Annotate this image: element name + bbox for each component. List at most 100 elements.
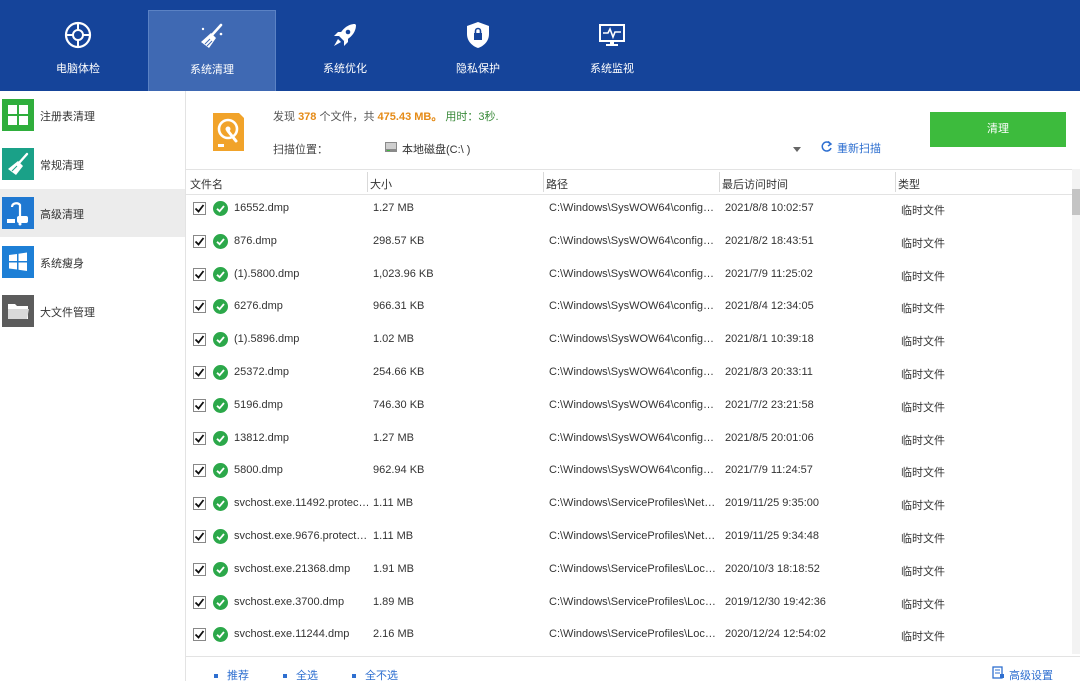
summary-mid: 个文件，共 — [319, 111, 375, 123]
check-circle-icon — [213, 299, 228, 315]
tab-pc-checkup[interactable]: 电脑体检 — [14, 10, 142, 91]
cell-filename: 5800.dmp — [234, 464, 283, 477]
tab-system-monitor[interactable]: 系统监视 — [548, 10, 676, 91]
table-row[interactable]: 16552.dmp 1.27 MB C:\Windows\SysWOW64\conf… — [186, 195, 1072, 228]
row-checkbox[interactable] — [193, 398, 206, 412]
select-all-link[interactable]: 全选 — [283, 667, 318, 681]
check-circle-icon — [213, 332, 228, 348]
column-divider[interactable] — [367, 172, 368, 192]
table-row[interactable]: 25372.dmp 254.66 KB C:\Windows\SysWOW64\co… — [186, 359, 1072, 392]
cell-path: C:\Windows\SysWOW64\config\systemprofile — [549, 234, 717, 247]
cell-type: 临时文件 — [901, 303, 945, 316]
tab-privacy-protect[interactable]: 隐私保护 — [414, 10, 542, 91]
cell-type: 临时文件 — [901, 598, 945, 611]
column-header-type[interactable]: 类型 — [898, 176, 920, 192]
table-scrollbar[interactable] — [1072, 169, 1080, 654]
column-divider[interactable] — [543, 172, 544, 192]
cell-last-access: 2021/7/9 11:25:02 — [725, 267, 813, 280]
cell-type: 临时文件 — [901, 205, 945, 217]
recommend-label: 推荐 — [227, 670, 249, 681]
row-checkbox[interactable] — [193, 431, 206, 445]
scrollbar-thumb[interactable] — [1072, 189, 1080, 215]
column-header-filename[interactable]: 文件名 — [190, 176, 223, 192]
row-checkbox[interactable] — [193, 333, 206, 347]
row-checkbox[interactable] — [193, 267, 206, 281]
cell-filename: 16552.dmp — [234, 202, 290, 214]
row-checkbox[interactable] — [193, 497, 206, 511]
cell-filename: svchost.exe.11244.dmp — [234, 628, 350, 641]
row-checkbox[interactable] — [193, 562, 206, 576]
sidebar-item-registry-cleanup[interactable]: 注册表清理 — [0, 91, 185, 139]
check-circle-icon — [213, 529, 228, 544]
row-checkbox[interactable] — [193, 366, 206, 379]
cell-filename: 25372.dmp — [234, 366, 290, 378]
sidebar-item-regular-cleanup[interactable]: 常规清理 — [0, 140, 185, 188]
cell-size: 1.11 MB — [373, 497, 414, 510]
elapsed-time: 用时：3秒. — [445, 111, 499, 123]
clean-button[interactable]: 清理 — [930, 112, 1066, 147]
cell-size: 1.89 MB — [373, 595, 414, 608]
cell-last-access: 2021/8/2 18:43:51 — [725, 234, 814, 247]
rocket-icon — [330, 20, 360, 50]
sidebar-item-advanced-cleanup[interactable]: 高级清理 — [0, 189, 185, 237]
cell-filename: svchost.exe.9676.protected.dmp — [234, 530, 370, 542]
row-checkbox[interactable] — [193, 595, 206, 609]
cell-filename: svchost.exe.11492.protected.dmp — [234, 497, 370, 510]
table-row[interactable]: svchost.exe.11244.dmp 2.16 MB C:\Windows\S… — [186, 621, 1072, 654]
row-checkbox[interactable] — [193, 202, 206, 215]
select-all-label: 全选 — [296, 670, 318, 681]
check-circle-icon — [213, 430, 228, 446]
recommend-link[interactable]: 推荐 — [214, 667, 249, 681]
tab-system-optimize[interactable]: 系统优化 — [281, 10, 409, 91]
row-checkbox[interactable] — [193, 464, 206, 478]
sidebar-item-system-slim[interactable]: 系统瘦身 — [0, 238, 185, 286]
table-row[interactable]: svchost.exe.3700.dmp 1.89 MB C:\Windows\Se… — [186, 589, 1072, 622]
chevron-down-icon — [792, 141, 802, 152]
cell-path: C:\Windows\ServiceProfiles\NetworkServic… — [549, 530, 717, 542]
cell-type: 临时文件 — [901, 237, 945, 250]
cell-size: 1.91 MB — [373, 562, 414, 575]
cell-path: C:\Windows\SysWOW64\config\systemprofile — [549, 366, 717, 378]
cell-type: 临时文件 — [901, 336, 945, 349]
sidebar: 注册表清理 常规清理 高级清理 系统瘦身 大文件管理 — [0, 91, 186, 681]
cell-last-access: 2021/8/5 20:01:06 — [725, 431, 814, 444]
table-row[interactable]: svchost.exe.21368.dmp 1.91 MB C:\Windows\S… — [186, 556, 1072, 589]
sidebar-item-label: 大文件管理 — [40, 307, 95, 319]
column-header-last-access[interactable]: 最后访问时间 — [722, 176, 788, 192]
cell-path: C:\Windows\ServiceProfiles\LocalService — [549, 628, 717, 641]
row-checkbox[interactable] — [193, 530, 206, 543]
cell-last-access: 2019/12/30 19:42:36 — [725, 595, 826, 608]
cell-size: 962.94 KB — [373, 464, 425, 477]
table-row[interactable]: svchost.exe.9676.protected.dmp1.11 MB C:\… — [186, 523, 1072, 556]
scan-summary: 发现 378 个文件，共 475.43 MB。 用时：3秒. — [273, 108, 499, 124]
cell-filename: (1).5896.dmp — [234, 333, 300, 346]
row-checkbox[interactable] — [193, 628, 206, 642]
table-row[interactable]: (1).5896.dmp 1.02 MB C:\Windows\SysWOW64\c… — [186, 326, 1072, 359]
table-row[interactable]: svchost.exe.11492.protected.dmp1.11 MB C:… — [186, 490, 1072, 523]
table-row[interactable]: (1).5800.dmp 1,023.96 KB C:\Windows\SysWOW… — [186, 261, 1072, 294]
column-header-path[interactable]: 路径 — [546, 176, 568, 192]
column-divider[interactable] — [719, 172, 720, 192]
column-divider[interactable] — [895, 172, 896, 192]
tab-label: 隐私保护 — [456, 63, 500, 75]
sidebar-item-label: 常规清理 — [40, 160, 84, 172]
cell-filename: svchost.exe.21368.dmp — [234, 562, 351, 575]
cell-last-access: 2019/11/25 9:34:48 — [725, 530, 819, 542]
tab-system-cleanup[interactable]: 系统清理 — [148, 10, 276, 91]
row-checkbox[interactable] — [193, 300, 206, 314]
sidebar-item-large-file-manager[interactable]: 大文件管理 — [0, 287, 185, 335]
table-row[interactable]: 5196.dmp 746.30 KB C:\Windows\SysWOW64\con… — [186, 392, 1072, 425]
cell-path: C:\Windows\SysWOW64\config\systemprofile — [549, 333, 717, 346]
table-row[interactable]: 876.dmp 298.57 KB C:\Windows\SysWOW64\conf… — [186, 228, 1072, 261]
select-none-link[interactable]: 全不选 — [352, 667, 398, 681]
scan-location-select[interactable]: 本地磁盘(C:\ ) — [384, 136, 802, 158]
table-row[interactable]: 13812.dmp 1.27 MB C:\Windows\SysWOW64\conf… — [186, 425, 1072, 458]
cell-path: C:\Windows\ServiceProfiles\LocalService — [549, 562, 717, 575]
bullet-icon — [352, 674, 356, 679]
column-header-size[interactable]: 大小 — [370, 176, 392, 192]
vacuum-icon — [2, 197, 34, 229]
settings-document-icon — [992, 666, 1005, 679]
row-checkbox[interactable] — [193, 234, 206, 248]
table-row[interactable]: 5800.dmp 962.94 KB C:\Windows\SysWOW64\con… — [186, 457, 1072, 490]
table-row[interactable]: 6276.dmp 966.31 KB C:\Windows\SysWOW64\con… — [186, 293, 1072, 326]
